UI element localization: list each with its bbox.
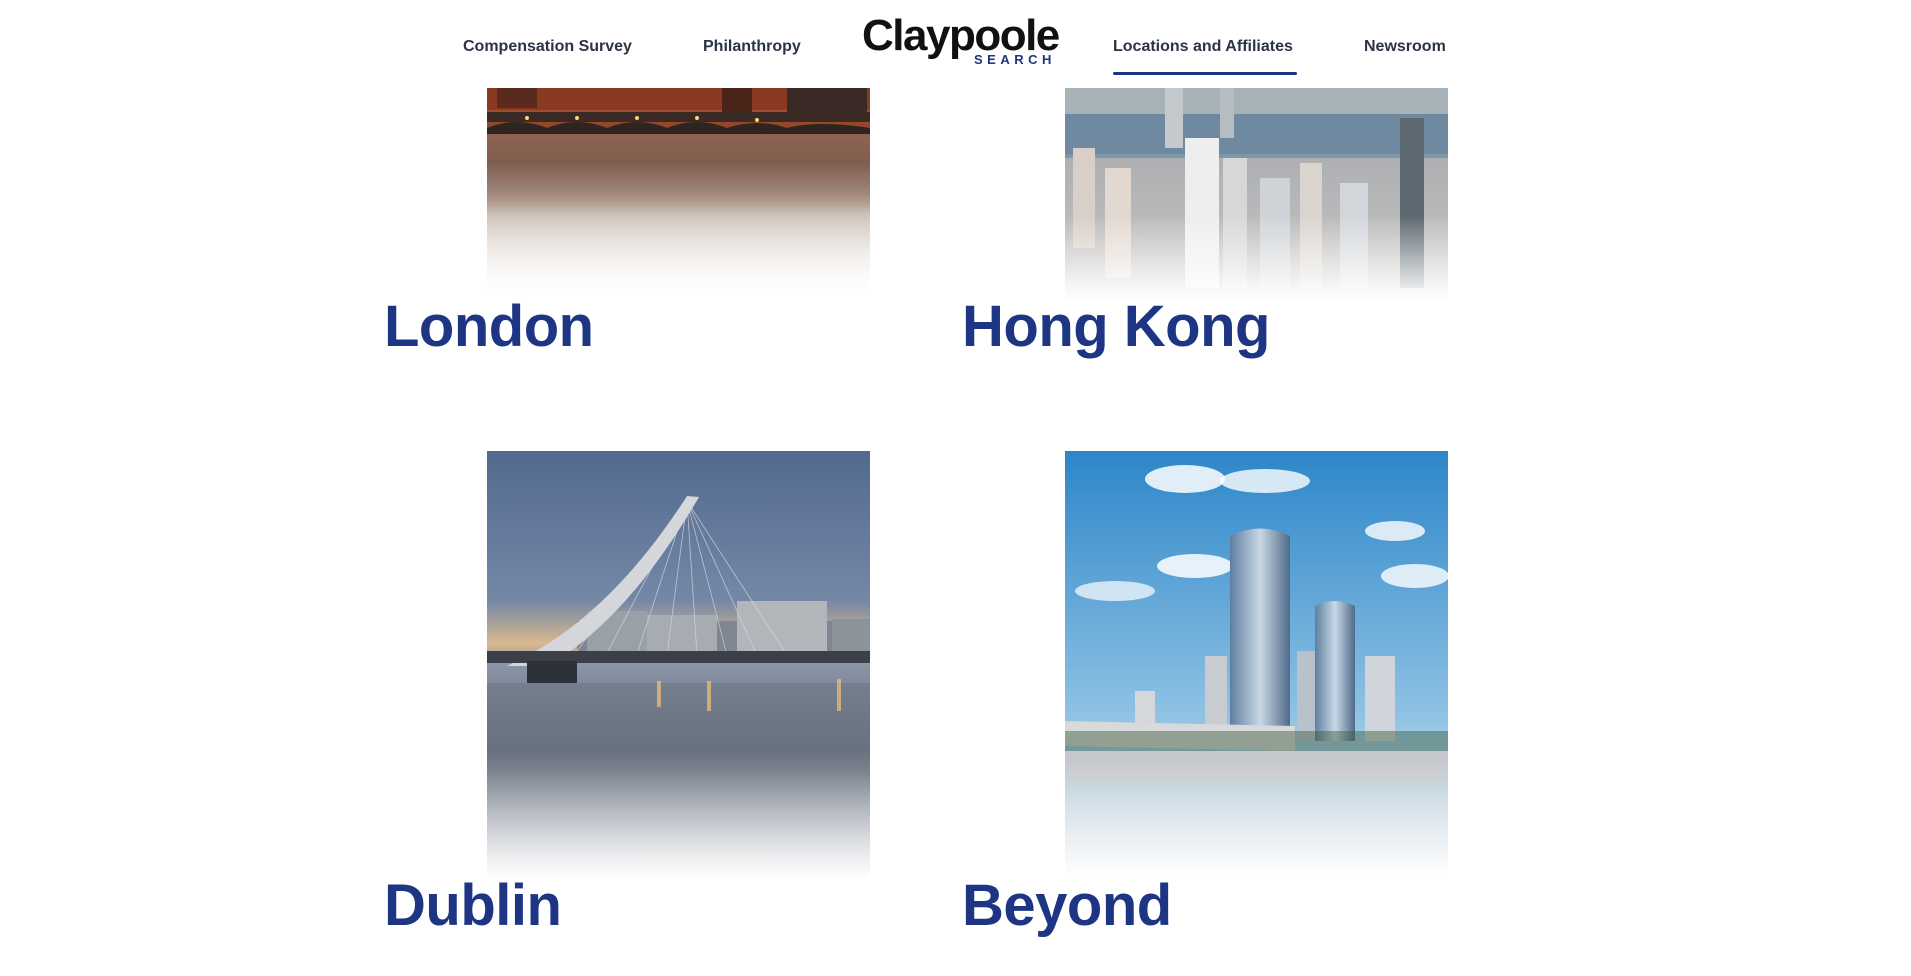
page-viewport: Compensation Survey Philanthropy Claypoo… (0, 0, 1911, 976)
site-header: Compensation Survey Philanthropy Claypoo… (0, 0, 1911, 88)
dublin-image[interactable] (487, 451, 870, 879)
dublin-title[interactable]: Dublin (384, 874, 562, 938)
hong-kong-image[interactable] (1065, 88, 1448, 300)
claypoole-logo[interactable]: Claypoole SEARCH (862, 12, 1060, 70)
beyond-image[interactable] (1065, 451, 1448, 879)
london-image[interactable] (487, 88, 870, 300)
nav-compensation-survey[interactable]: Compensation Survey (463, 38, 632, 56)
nav-locations-and-affiliates[interactable]: Locations and Affiliates (1113, 38, 1297, 75)
hong-kong-title[interactable]: Hong Kong (962, 295, 1270, 359)
nav-newsroom[interactable]: Newsroom (1364, 38, 1446, 56)
logo-subtitle: SEARCH (974, 52, 1056, 67)
beyond-title[interactable]: Beyond (962, 874, 1172, 938)
nav-philanthropy[interactable]: Philanthropy (703, 38, 801, 56)
london-title[interactable]: London (384, 295, 594, 359)
